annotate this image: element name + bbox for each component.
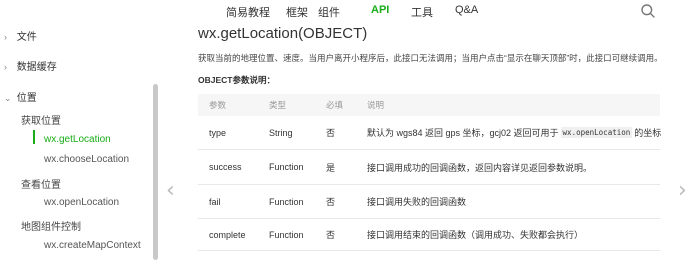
nav-api[interactable]: API <box>371 4 389 16</box>
sidebar-item-getlocation[interactable]: wx.getLocation <box>44 134 111 145</box>
param-required: 否 <box>326 230 336 240</box>
sidebar-category-label: 文件 <box>16 32 37 43</box>
sidebar-category-storage[interactable]: › 数据缓存 <box>4 58 57 73</box>
sidebar-category-file[interactable]: › 文件 <box>4 28 37 43</box>
sidebar-category-label: 数据缓存 <box>16 62 57 73</box>
param-required: 否 <box>326 128 336 138</box>
param-desc-text: 的坐标 <box>634 128 662 138</box>
nav-framework[interactable]: 框架 <box>286 4 308 20</box>
active-indicator <box>33 130 35 144</box>
nav-qa[interactable]: Q&A <box>455 4 478 16</box>
page-title: wx.getLocation(OBJECT) <box>198 25 368 42</box>
param-type: Function <box>269 162 304 172</box>
param-required: 否 <box>326 197 336 207</box>
sidebar-scrollbar[interactable] <box>153 84 158 260</box>
header-required: 必填 <box>326 100 344 110</box>
param-desc-text: 默认为 wgs84 返回 gps 坐标，gcj02 返回可用于 <box>367 128 559 138</box>
chevron-down-icon: ⌄ <box>4 93 12 103</box>
page-description: 获取当前的地理位置、速度。当用户离开小程序后，此接口无法调用；当用户点击“显示在… <box>198 53 663 63</box>
param-type: Function <box>269 229 304 240</box>
nav-components[interactable]: 组件 <box>318 4 340 20</box>
sidebar-category-location[interactable]: ⌄ 位置 <box>4 89 37 104</box>
chevron-right-icon[interactable]: › <box>678 180 687 202</box>
sidebar-group-map-control[interactable]: 地图组件控制 <box>21 218 81 233</box>
chevron-right-icon: › <box>4 62 7 72</box>
params-heading: OBJECT参数说明： <box>198 75 275 85</box>
search-icon[interactable] <box>640 3 656 19</box>
header-type: 类型 <box>269 100 287 110</box>
chevron-right-icon: › <box>4 32 7 42</box>
sidebar: › 文件 › 数据缓存 ⌄ 位置 获取位置 wx.getLocation wx.… <box>0 22 160 260</box>
table-row: fail Function 否 接口调用失败的回调函数 <box>198 185 660 219</box>
table-header: 参数 类型 必填 说明 <box>198 94 660 116</box>
table-row: success Function 是 接口调用成功的回调函数，返回内容详见返回参… <box>198 150 660 185</box>
sidebar-item-chooselocation[interactable]: wx.chooseLocation <box>44 154 129 165</box>
param-required: 是 <box>326 162 336 173</box>
param-name: complete <box>209 229 246 240</box>
param-name: type <box>209 127 227 138</box>
header-desc: 说明 <box>367 100 385 110</box>
sidebar-group-get-location[interactable]: 获取位置 <box>21 112 61 127</box>
docs-page: 简易教程 框架 组件 API 工具 Q&A › 文件 › 数据缓存 ⌄ 位置 获… <box>0 0 700 260</box>
header-param: 参数 <box>209 100 227 110</box>
param-type: Function <box>269 196 304 207</box>
param-desc: 接口调用成功的回调函数，返回内容详见返回参数说明。 <box>367 162 593 173</box>
param-desc: 默认为 wgs84 返回 gps 坐标，gcj02 返回可用于 wx.openL… <box>367 116 661 149</box>
param-name: fail <box>209 196 221 207</box>
chevron-left-icon[interactable]: ‹ <box>166 180 175 202</box>
sidebar-item-createmapcontext[interactable]: wx.createMapContext <box>44 240 141 251</box>
param-type: String <box>269 127 293 138</box>
sidebar-item-openlocation[interactable]: wx.openLocation <box>44 197 119 208</box>
table-row: complete Function 否 接口调用结束的回调函数（调用成功、失败都… <box>198 219 660 251</box>
inline-code: wx.openLocation <box>560 127 633 138</box>
param-desc: 接口调用结束的回调函数（调用成功、失败都会执行） <box>367 230 584 240</box>
sidebar-group-view-location[interactable]: 查看位置 <box>21 176 61 191</box>
top-nav: 简易教程 框架 组件 API 工具 Q&A <box>0 0 700 22</box>
nav-tutorial[interactable]: 简易教程 <box>226 4 270 20</box>
param-desc: 接口调用失败的回调函数 <box>367 197 467 207</box>
sidebar-category-label: 位置 <box>16 93 37 104</box>
nav-tools[interactable]: 工具 <box>411 4 433 20</box>
param-name: success <box>209 162 242 172</box>
table-row: type String 否 默认为 wgs84 返回 gps 坐标，gcj02 … <box>198 116 661 150</box>
